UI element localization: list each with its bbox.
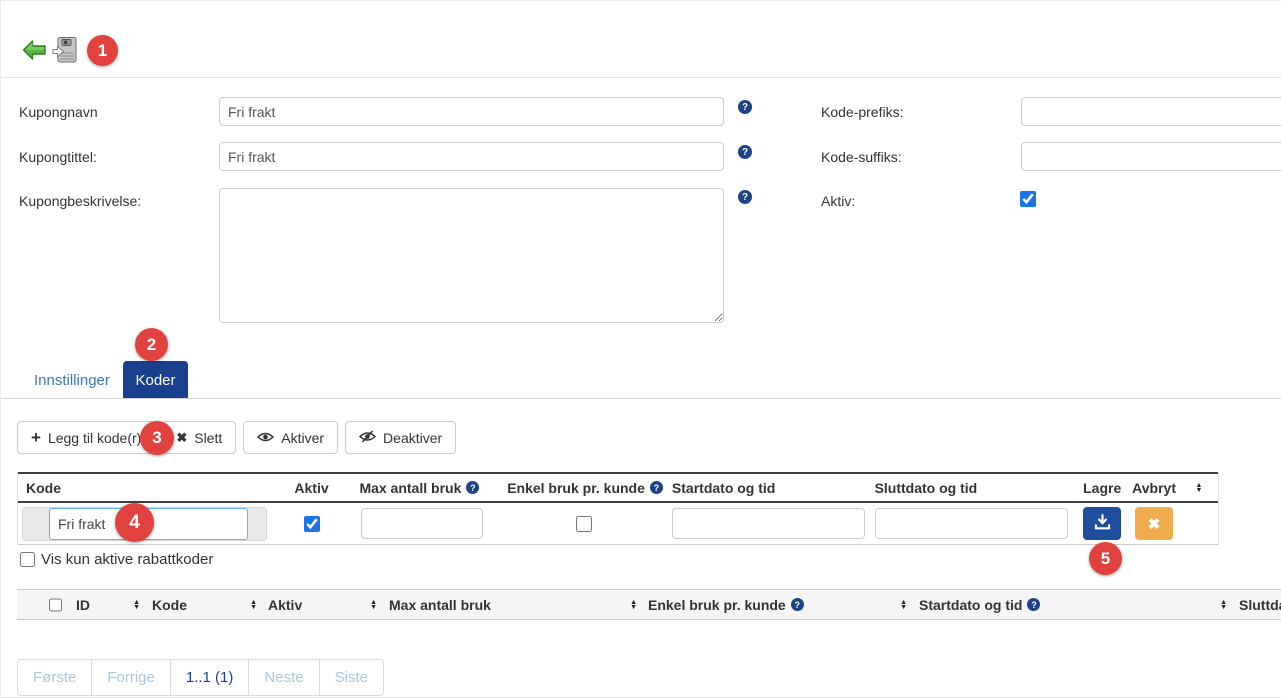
col-slutt: Sluttdato og tid (1233, 590, 1281, 619)
col-kode-label: Kode (152, 597, 187, 613)
callout-badge-1: 1 (87, 35, 118, 66)
save-download-icon (1094, 514, 1111, 534)
pager-next[interactable]: Neste (248, 659, 319, 696)
sort-icon[interactable]: ▲▼ (1220, 600, 1227, 610)
col-slutt-label: Sluttdato og tid (1239, 597, 1281, 613)
kupongnavn-input[interactable] (219, 97, 724, 126)
col-aktiv: Aktiv ▲▼ (263, 590, 383, 619)
header-start: Startdato og tid (666, 474, 869, 501)
kupongtittel-label: Kupongtittel: (19, 149, 97, 165)
help-icon[interactable]: ? (791, 598, 804, 611)
activate-label: Aktiver (281, 430, 324, 446)
col-kode: Kode ▲▼ (146, 590, 263, 619)
pagination: Første Forrige 1..1 (1) Neste Siste (17, 659, 384, 696)
eye-icon (257, 430, 274, 446)
kode-suffiks-label: Kode-suffiks: (821, 149, 902, 165)
aktiv-checkbox[interactable] (1020, 191, 1036, 207)
divider (1, 77, 1281, 78)
help-icon[interactable]: ? (466, 481, 479, 494)
cancel-row-button[interactable]: ✖ (1135, 507, 1173, 540)
help-icon[interactable]: ? (738, 100, 752, 114)
sort-icon[interactable]: ▲▼ (900, 600, 907, 610)
sort-icon[interactable]: ▲▼ (250, 600, 257, 610)
header-slutt: Sluttdato og tid (869, 474, 1077, 501)
eye-slash-icon (359, 430, 376, 446)
pager-prev[interactable]: Forrige (91, 659, 171, 696)
save-row-button[interactable] (1083, 507, 1121, 540)
show-active-only-checkbox[interactable] (20, 552, 35, 567)
x-icon: ✖ (176, 430, 187, 446)
coupon-edit-page: Kupongnavn ? Kupongtittel: ? Kupongbeskr… (0, 0, 1281, 698)
help-icon[interactable]: ? (738, 145, 752, 159)
col-id: ID ▲▼ (57, 590, 146, 619)
col-start: Startdato og tid ? ▲▼ (913, 590, 1233, 619)
header-aktiv: Aktiv (272, 474, 352, 501)
row-enkel-checkbox[interactable] (576, 516, 592, 532)
callout-badge-3: 3 (140, 421, 174, 455)
show-active-only-label: Vis kun aktive rabattkoder (41, 551, 213, 568)
code-actions-toolbar: + Legg til kode(r) ✖ Slett Aktiver Deakt… (17, 421, 456, 454)
callout-badge-5: 5 (1089, 542, 1122, 575)
add-codes-label: Legg til kode(r) (48, 430, 141, 446)
kupongbeskrivelse-label: Kupongbeskrivelse: (19, 193, 141, 209)
pager-last[interactable]: Siste (319, 659, 384, 696)
save-exit-icon[interactable] (52, 36, 78, 67)
max-antall-bruk-input[interactable] (361, 508, 483, 539)
plus-icon: + (31, 429, 41, 446)
codes-list-table: ID ▲▼ Kode ▲▼ Aktiv ▲▼ Max antall bruk ▲… (17, 589, 1281, 620)
tab-koder[interactable]: Koder (123, 361, 188, 399)
kode-prefiks-label: Kode-prefiks: (821, 104, 903, 120)
startdato-input[interactable] (672, 508, 865, 539)
kupongbeskrivelse-textarea[interactable] (219, 188, 724, 323)
tab-underline (1, 398, 1281, 399)
row-aktiv-checkbox[interactable] (304, 516, 320, 532)
kode-suffiks-input[interactable] (1021, 142, 1281, 171)
back-icon[interactable] (22, 39, 47, 65)
kupongnavn-label: Kupongnavn (19, 104, 98, 120)
col-max: Max antall bruk ▲▼ (383, 590, 643, 619)
callout-badge-2: 2 (135, 328, 168, 361)
pager-first[interactable]: Første (17, 659, 92, 696)
header-avbryt: Avbryt (1128, 474, 1180, 501)
deactivate-label: Deaktiver (383, 430, 442, 446)
sluttdato-input[interactable] (875, 508, 1068, 539)
tab-innstillinger[interactable]: Innstillinger (34, 372, 110, 389)
add-codes-button[interactable]: + Legg til kode(r) (17, 421, 155, 454)
col-aktiv-label: Aktiv (268, 597, 302, 613)
col-start-label: Startdato og tid (919, 597, 1022, 613)
help-icon[interactable]: ? (738, 190, 752, 204)
delete-label: Slett (194, 430, 222, 446)
help-icon[interactable]: ? (650, 481, 663, 494)
header-max: Max antall bruk ? (351, 474, 501, 501)
col-id-label: ID (76, 597, 90, 613)
edit-table-header: Kode Aktiv Max antall bruk ? Enkel bruk … (18, 472, 1218, 503)
edit-table-row: ✖ (18, 503, 1218, 545)
list-table-header: ID ▲▼ Kode ▲▼ Aktiv ▲▼ Max antall bruk ▲… (17, 589, 1281, 620)
callout-badge-4: 4 (115, 503, 154, 542)
activate-button[interactable]: Aktiver (243, 421, 338, 454)
code-edit-table: Kode Aktiv Max antall bruk ? Enkel bruk … (17, 472, 1219, 545)
col-enkel-label: Enkel bruk pr. kunde (648, 597, 786, 613)
header-lagre: Lagre (1076, 474, 1128, 501)
sort-icon[interactable]: ▲▼ (133, 600, 140, 610)
kupongtittel-input[interactable] (219, 142, 724, 171)
kode-prefiks-input[interactable] (1021, 97, 1281, 126)
header-enkel-label: Enkel bruk pr. kunde (507, 480, 645, 496)
deactivate-button[interactable]: Deaktiver (345, 421, 456, 454)
col-enkel: Enkel bruk pr. kunde ? ▲▼ (643, 590, 913, 619)
header-max-label: Max antall bruk (359, 480, 461, 496)
help-icon[interactable]: ? (1027, 598, 1040, 611)
sort-icon[interactable]: ▲▼ (630, 600, 637, 610)
col-max-label: Max antall bruk (389, 597, 491, 613)
aktiv-label: Aktiv: (821, 193, 855, 209)
sort-icon[interactable]: ▲▼ (1196, 483, 1203, 493)
sort-icon[interactable]: ▲▼ (370, 600, 377, 610)
filter-active-row: Vis kun aktive rabattkoder (20, 551, 213, 568)
header-enkel: Enkel bruk pr. kunde ? (501, 474, 666, 501)
header-kode: Kode (18, 474, 272, 501)
pager-current: 1..1 (1) (170, 659, 250, 696)
